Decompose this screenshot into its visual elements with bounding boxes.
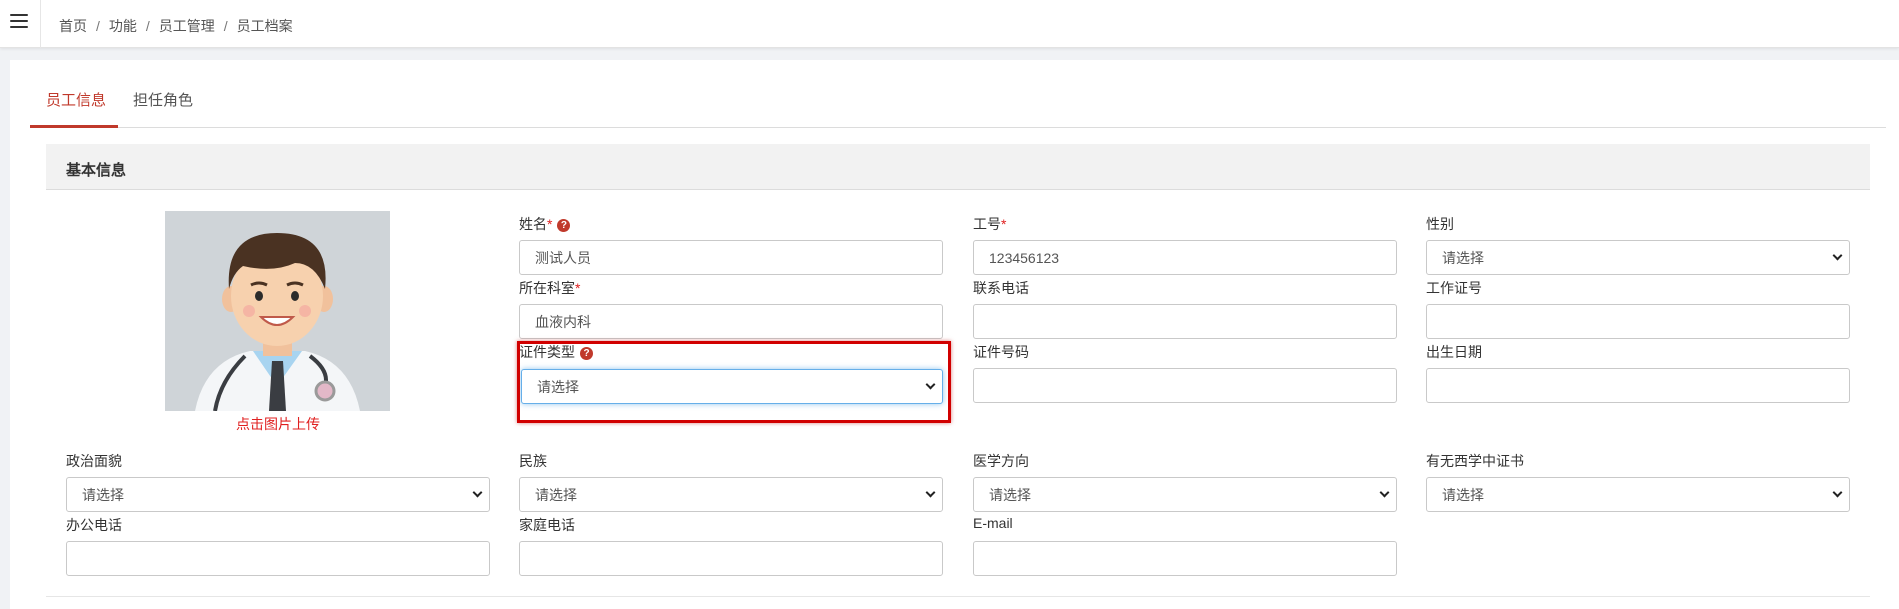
help-icon[interactable]: ? bbox=[580, 347, 593, 360]
breadcrumb-separator: / bbox=[145, 18, 150, 34]
gender-select[interactable]: 请选择 bbox=[1426, 240, 1850, 275]
breadcrumb: 首页 / 功能 / 员工管理 / 员工档案 bbox=[59, 16, 293, 36]
email-label: E-mail bbox=[973, 515, 1013, 531]
political-label: 政治面貌 bbox=[66, 453, 122, 469]
work-cert-label: 工作证号 bbox=[1426, 280, 1482, 296]
section-header: 基本信息 bbox=[46, 144, 1870, 190]
name-label: 姓名*? bbox=[519, 214, 571, 234]
dept-label: 所在科室* bbox=[519, 280, 581, 296]
office-phone-input[interactable] bbox=[66, 541, 490, 576]
dept-input[interactable] bbox=[519, 304, 943, 339]
id-type-select[interactable]: 请选择 bbox=[521, 369, 943, 404]
medical-dir-label: 医学方向 bbox=[973, 453, 1029, 469]
phone-input[interactable] bbox=[973, 304, 1397, 339]
ethnic-select-wrap: 请选择 bbox=[519, 477, 943, 512]
doctor-avatar-image bbox=[165, 211, 390, 411]
gender-select-wrap: 请选择 bbox=[1426, 240, 1850, 275]
ethnic-select[interactable]: 请选择 bbox=[519, 477, 943, 512]
medical-dir-select-wrap: 请选择 bbox=[973, 477, 1397, 512]
breadcrumb-separator: / bbox=[223, 18, 228, 34]
phone-label: 联系电话 bbox=[973, 280, 1029, 296]
cert-wm-select-wrap: 请选择 bbox=[1426, 477, 1850, 512]
ethnic-label: 民族 bbox=[519, 453, 547, 469]
help-icon[interactable]: ? bbox=[557, 219, 571, 232]
tab-roles[interactable]: 担任角色 bbox=[133, 92, 203, 128]
gender-label: 性别 bbox=[1426, 216, 1454, 232]
breadcrumb-staff-management[interactable]: 员工管理 bbox=[159, 16, 215, 36]
email-input[interactable] bbox=[973, 541, 1397, 576]
emp-no-label: 工号* bbox=[973, 216, 1007, 232]
birth-input[interactable] bbox=[1426, 368, 1850, 403]
political-select-wrap: 请选择 bbox=[66, 477, 490, 512]
hamburger-menu-icon[interactable] bbox=[10, 14, 28, 32]
home-phone-input[interactable] bbox=[519, 541, 943, 576]
divider bbox=[40, 0, 41, 48]
breadcrumb-separator: / bbox=[96, 18, 100, 34]
breadcrumb-staff-archive[interactable]: 员工档案 bbox=[237, 16, 293, 36]
office-phone-label: 办公电话 bbox=[66, 517, 122, 533]
political-select[interactable]: 请选择 bbox=[66, 477, 490, 512]
name-input[interactable] bbox=[519, 240, 943, 275]
breadcrumb-home[interactable]: 首页 bbox=[59, 16, 87, 36]
id-no-input[interactable] bbox=[973, 368, 1397, 403]
divider bbox=[46, 596, 1870, 597]
tab-bar: 员工信息 担任角色 bbox=[30, 92, 1886, 128]
section-title: 基本信息 bbox=[66, 162, 127, 179]
birth-label: 出生日期 bbox=[1426, 344, 1482, 360]
id-no-label: 证件号码 bbox=[973, 344, 1029, 360]
tab-staff-info[interactable]: 员工信息 bbox=[30, 92, 118, 128]
top-bar: 首页 / 功能 / 员工管理 / 员工档案 bbox=[0, 0, 1899, 48]
breadcrumb-function[interactable]: 功能 bbox=[109, 16, 137, 36]
upload-hint[interactable]: 点击图片上传 bbox=[236, 414, 320, 434]
id-type-select-wrap: 请选择 bbox=[521, 369, 943, 404]
work-cert-input[interactable] bbox=[1426, 304, 1850, 339]
medical-dir-select[interactable]: 请选择 bbox=[973, 477, 1397, 512]
id-type-label: 证件类型? bbox=[519, 342, 593, 362]
cert-wm-label: 有无西学中证书 bbox=[1426, 453, 1524, 469]
avatar-upload[interactable] bbox=[165, 211, 390, 411]
emp-no-input[interactable] bbox=[973, 240, 1397, 275]
cert-wm-select[interactable]: 请选择 bbox=[1426, 477, 1850, 512]
home-phone-label: 家庭电话 bbox=[519, 517, 575, 533]
